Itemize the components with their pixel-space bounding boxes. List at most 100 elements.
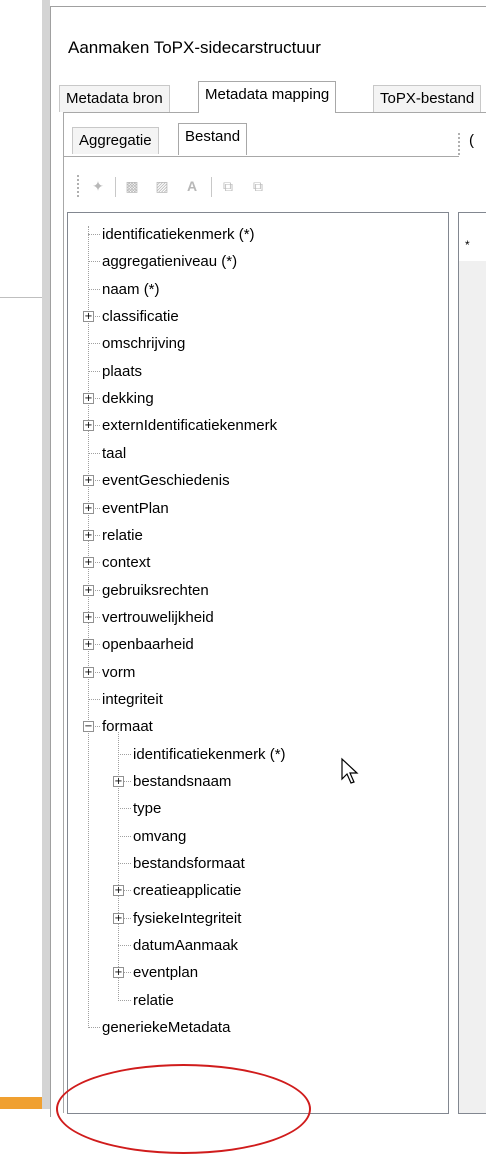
tree-node[interactable]: + eventplan [68,960,448,986]
tree-branch-line [118,863,131,865]
expand-icon[interactable]: + [83,529,94,541]
tree-node[interactable]: generiekeMetadata [68,1015,448,1041]
tab-aggregatie[interactable]: Aggregatie [72,127,159,154]
tab-metadata-mapping[interactable]: Metadata mapping [198,81,337,113]
grid-new-row[interactable] [459,237,486,261]
text-icon[interactable]: A [183,178,201,194]
tree-node-label: bestandsformaat [133,855,245,873]
expand-icon[interactable]: + [83,611,94,623]
tree-node-label: eventplan [133,964,199,982]
tree-branch-line [88,370,100,372]
divider-line [0,297,42,298]
tree-node[interactable]: aggregatieniveau (*) [68,249,448,275]
tree-node-label: naam (*) [102,280,160,298]
tab-topx-bestand[interactable]: ToPX-bestand [373,85,482,112]
tree-node-label: eventGeschiedenis [102,472,230,490]
window-shadow [42,0,50,1109]
tree-node[interactable]: + eventGeschiedenis [68,468,448,494]
taskbar-accent [0,1097,42,1109]
expand-icon[interactable]: + [113,912,124,924]
tree-node-label: identificatiekenmerk (*) [133,745,286,763]
tree-node-label: creatieapplicatie [133,882,242,900]
dialog-window: Aanmaken ToPX-sidecarstructuur Metadata … [50,6,486,1117]
select-icon[interactable]: ✦ [89,178,107,194]
expand-icon[interactable]: + [83,557,94,569]
tree-node-label: plaats [102,362,143,380]
copy-icon[interactable]: ⧉ [219,178,237,194]
tree-node[interactable]: taal [68,441,448,467]
expand-icon[interactable]: + [83,475,94,487]
tree-node[interactable]: + relatie [68,523,448,549]
tree-branch-line [118,999,131,1001]
tree-node[interactable]: omvang [68,824,448,850]
expand-icon[interactable]: + [83,666,94,678]
tree-node[interactable]: identificatiekenmerk (*) [68,222,448,248]
tree-node-label: type [133,800,162,818]
tree-node[interactable]: + fysiekeIntegriteit [68,906,448,932]
tree-node[interactable]: + externIdentificatiekenmerk [68,413,448,439]
tree-node[interactable]: − formaat [68,714,448,740]
toolbar-grip[interactable] [77,175,79,197]
tree-node[interactable]: bestandsformaat [68,851,448,877]
tree-node-label: openbaarheid [102,636,194,654]
tree-node-label: classificatie [102,308,179,326]
tree-branch-line [88,1027,100,1029]
new-row-marker: * [465,238,470,252]
toolbar-separator [211,177,212,197]
mouse-cursor-icon [341,757,359,784]
paste-icon[interactable]: ⧉ [249,178,267,194]
delete-folder-icon[interactable]: ▨ [153,178,171,194]
bestand-panel: ✦ ▩ ▨ A ⧉ ⧉ identificatiekenmerk (*) aggr… [64,156,486,1114]
tree-toolbar: ✦ ▩ ▨ A ⧉ ⧉ [77,171,447,201]
expand-icon[interactable]: + [83,393,94,405]
tree-branch-line [88,698,100,700]
expand-icon[interactable]: + [113,967,124,979]
tree-node-label: fysiekeIntegriteit [133,909,242,927]
tree-node[interactable]: + classificatie [68,304,448,330]
tree-node[interactable]: omschrijving [68,331,448,357]
tree-node-label: vertrouwelijkheid [102,608,214,626]
tree-branch-line [118,835,131,837]
title-bar[interactable]: Aanmaken ToPX-sidecarstructuur [51,7,486,77]
tree-node[interactable]: datumAanmaak [68,933,448,959]
tree-node[interactable]: + dekking [68,386,448,412]
tree-node[interactable]: relatie [68,988,448,1014]
tree-node[interactable]: + bestandsnaam [68,769,448,795]
sub-tabstrip: Aggregatie Bestand [72,123,372,157]
tree-node[interactable]: type [68,796,448,822]
expand-icon[interactable]: + [83,311,94,323]
tab-bestand[interactable]: Bestand [178,123,248,155]
tree-node[interactable]: integriteit [68,687,448,713]
tree-node[interactable]: + eventPlan [68,496,448,522]
expand-icon[interactable]: + [113,885,124,897]
tree-node-label: aggregatieniveau (*) [102,253,238,271]
tree-node[interactable]: + vorm [68,660,448,686]
expand-icon[interactable]: + [83,502,94,514]
tab-metadata-bron[interactable]: Metadata bron [59,85,170,112]
grid-toolbar-grip[interactable] [458,133,460,155]
expand-icon[interactable]: + [83,584,94,596]
tree-branch-line [118,808,131,810]
mapping-grid[interactable]: * [458,212,486,1114]
expand-icon[interactable]: + [113,776,124,787]
tree-branch-line [88,452,100,454]
tree-node[interactable]: plaats [68,359,448,385]
metadata-tree[interactable]: identificatiekenmerk (*) aggregatieniveau… [67,212,449,1114]
tree-node[interactable]: naam (*) [68,277,448,303]
tree-node-label: bestandsnaam [133,773,232,790]
tree-node-label: generiekeMetadata [102,1019,231,1037]
tree-node[interactable]: + creatieapplicatie [68,878,448,904]
tree-node-label: relatie [102,526,143,544]
tree-node[interactable]: + vertrouwelijkheid [68,605,448,631]
tree-node-label: omschrijving [102,335,186,353]
folder-icon[interactable]: ▩ [123,178,141,194]
tree-branch-line [88,288,100,290]
expand-icon[interactable]: + [83,639,94,651]
expand-icon[interactable]: + [83,420,94,432]
tree-node[interactable]: + gebruiksrechten [68,578,448,604]
tree-node[interactable]: identificatiekenmerk (*) [68,742,448,768]
tree-node-label: identificatiekenmerk (*) [102,226,255,243]
collapse-icon[interactable]: − [83,721,94,733]
tree-node[interactable]: + context [68,550,448,576]
tree-node[interactable]: + openbaarheid [68,632,448,658]
